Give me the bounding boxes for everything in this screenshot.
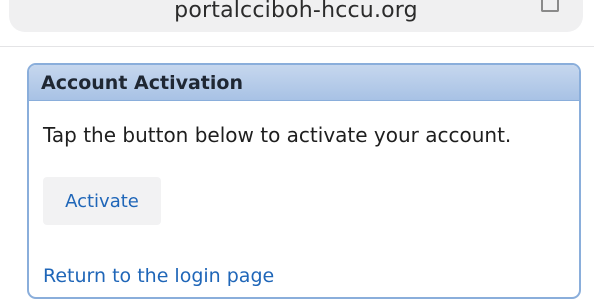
panel-header: Account Activation — [29, 65, 579, 101]
url-text[interactable]: portalcciboh-hccu.org — [9, 0, 583, 23]
return-to-login-link[interactable]: Return to the login page — [43, 265, 274, 287]
panel-title: Account Activation — [41, 71, 243, 94]
toolbar-divider — [0, 46, 594, 47]
activate-button[interactable]: Activate — [43, 177, 161, 225]
address-bar[interactable]: portalcciboh-hccu.org — [9, 0, 583, 32]
page: portalcciboh-hccu.org Account Activation… — [0, 0, 594, 304]
account-activation-panel: Account Activation Tap the button below … — [27, 63, 581, 299]
activation-instruction: Tap the button below to activate your ac… — [43, 123, 512, 147]
share-icon[interactable] — [541, 0, 559, 12]
